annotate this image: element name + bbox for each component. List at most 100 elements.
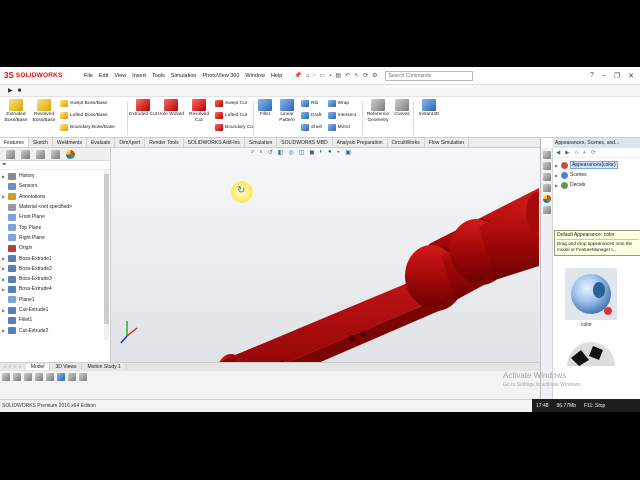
revolved-boss-button[interactable]: Revolved Boss/Base bbox=[30, 99, 58, 132]
tray-stop[interactable]: F11: Stop bbox=[584, 403, 605, 409]
appearances-tab-icon[interactable] bbox=[543, 195, 551, 203]
tree-item[interactable]: ▶ Boss-Extrude3 bbox=[0, 274, 110, 284]
shell-button[interactable]: Shell bbox=[301, 123, 322, 132]
resources-icon[interactable] bbox=[543, 151, 551, 159]
display-manager-icon[interactable] bbox=[66, 149, 75, 159]
pin-icon[interactable]: 📌 bbox=[294, 72, 301, 79]
expand-arrow-icon[interactable]: ▶ bbox=[555, 163, 559, 168]
expand-arrow-icon[interactable]: ▶ bbox=[555, 183, 559, 188]
filter-icon[interactable]: ⏷ bbox=[2, 162, 7, 169]
tree-item[interactable]: Plane1 bbox=[0, 295, 110, 305]
refresh-icon[interactable]: ⟳ bbox=[591, 150, 596, 156]
undo-icon[interactable]: ↶ bbox=[345, 72, 350, 79]
tree-scrollbar[interactable] bbox=[104, 170, 109, 340]
back-view-icon[interactable] bbox=[13, 373, 21, 381]
lasso-select-icon[interactable] bbox=[79, 373, 87, 381]
tab-flow-simulation[interactable]: Flow Simulation bbox=[425, 138, 470, 147]
hole-wizard-button[interactable]: Hole Wizard bbox=[157, 99, 185, 132]
tab-scroll-buttons[interactable]: ‹ ‹ › › bbox=[0, 364, 26, 370]
close-icon[interactable]: ✕ bbox=[628, 72, 634, 80]
boundary-boss-button[interactable]: Boundary Boss/Base bbox=[60, 123, 115, 132]
fillet-button[interactable]: Fillet bbox=[255, 99, 275, 132]
print-icon[interactable]: ▤ bbox=[335, 72, 341, 79]
new-file-icon[interactable]: ▫ bbox=[313, 73, 315, 79]
search-commands-box[interactable] bbox=[385, 70, 474, 81]
restore-icon[interactable]: ❐ bbox=[614, 72, 620, 80]
linear-pattern-button[interactable]: Linear Pattern bbox=[275, 99, 299, 132]
custom-properties-icon[interactable] bbox=[543, 206, 551, 214]
tree-item[interactable]: Front Plane bbox=[0, 212, 110, 222]
red-shaft-part[interactable] bbox=[215, 188, 539, 362]
tab-render-tools[interactable]: Render Tools bbox=[145, 138, 184, 147]
tab-evaluate[interactable]: Evaluate bbox=[87, 138, 116, 147]
menu-tools[interactable]: Tools bbox=[152, 73, 165, 79]
forward-icon[interactable]: ▶ bbox=[565, 150, 569, 156]
stop-icon[interactable]: ■ bbox=[18, 88, 22, 94]
extruded-boss-button[interactable]: Extruded Boss/Base bbox=[2, 99, 30, 132]
draft-button[interactable]: Draft bbox=[301, 111, 322, 120]
tree-item[interactable]: ▶ Boss-Extrude2 bbox=[0, 264, 110, 274]
menu-edit[interactable]: Edit bbox=[99, 73, 108, 79]
back-icon[interactable]: ◀ bbox=[556, 150, 560, 156]
configuration-manager-icon[interactable] bbox=[36, 149, 45, 159]
curves-button[interactable]: Curves bbox=[392, 99, 412, 123]
menu-help[interactable]: Help bbox=[271, 73, 282, 79]
right-view-icon[interactable] bbox=[35, 373, 43, 381]
menu-photoview[interactable]: PhotoView 360 bbox=[202, 73, 239, 79]
open-icon[interactable]: ▭ bbox=[320, 72, 326, 79]
tab-mbd[interactable]: SOLIDWORKS MBD bbox=[277, 138, 333, 147]
tree-item[interactable]: ▶ Cut-Extrude2 bbox=[0, 325, 110, 335]
front-view-icon[interactable] bbox=[2, 373, 10, 381]
menu-simulation[interactable]: Simulation bbox=[171, 73, 197, 79]
tree-item[interactable]: ▶ History bbox=[0, 171, 110, 181]
search-input[interactable] bbox=[388, 72, 469, 79]
tab-3d-views[interactable]: 3D Views bbox=[50, 364, 83, 370]
home-icon[interactable]: ⌂ bbox=[574, 150, 577, 156]
appearance-tree-item[interactable]: ▶ Scenes bbox=[555, 170, 639, 180]
reference-geometry-button[interactable]: Reference Geometry bbox=[364, 99, 392, 123]
tree-item[interactable]: Fillet1 bbox=[0, 315, 110, 325]
tab-addins[interactable]: SOLIDWORKS Add-Ins bbox=[184, 138, 245, 147]
dimxpert-manager-icon[interactable] bbox=[51, 149, 60, 159]
select-tool-icon[interactable] bbox=[57, 373, 65, 381]
view-palette-icon[interactable] bbox=[543, 184, 551, 192]
tab-features[interactable]: Features bbox=[0, 138, 29, 147]
instant3d-button[interactable]: Instant3D bbox=[415, 99, 443, 118]
tree-item[interactable]: ▶ Boss-Extrude4 bbox=[0, 284, 110, 294]
swept-cut-button[interactable]: Swept Cut bbox=[215, 99, 254, 108]
tree-item[interactable]: Material <not specified> bbox=[0, 202, 110, 212]
menu-file[interactable]: File bbox=[84, 73, 93, 79]
lofted-boss-button[interactable]: Lofted Boss/Base bbox=[60, 111, 115, 120]
graphics-area[interactable]: ⌕ ⌕ ↺ ◧ ◎ ◫ ◼ ◐ ● ◒ ▣ ↻ bbox=[111, 148, 539, 362]
tab-simulation[interactable]: Simulation bbox=[245, 138, 278, 147]
tab-analysis-preparation[interactable]: Analysis Preparation bbox=[333, 138, 388, 147]
tab-weldments[interactable]: Weldments bbox=[53, 138, 87, 147]
feature-tree-icon[interactable] bbox=[6, 149, 15, 159]
box-select-icon[interactable] bbox=[68, 373, 76, 381]
add-icon[interactable]: + bbox=[583, 150, 586, 156]
swept-boss-button[interactable]: Swept Boss/Base bbox=[60, 99, 115, 108]
tree-item[interactable]: ▶ Boss-Extrude1 bbox=[0, 253, 110, 263]
tree-item[interactable]: Origin bbox=[0, 243, 110, 253]
tree-item[interactable]: ▶ Cut-Extrude1 bbox=[0, 305, 110, 315]
options-icon[interactable]: ⚙ bbox=[372, 72, 377, 79]
minimize-icon[interactable]: – bbox=[602, 72, 606, 80]
tree-item[interactable]: Sensors bbox=[0, 181, 110, 191]
home-icon[interactable]: ⌂ bbox=[306, 73, 310, 79]
rebuild-icon[interactable]: ⟳ bbox=[363, 72, 368, 79]
top-view-icon[interactable] bbox=[46, 373, 54, 381]
rib-button[interactable]: Rib bbox=[301, 99, 322, 108]
tab-motion-study[interactable]: Motion Study 1 bbox=[82, 364, 127, 370]
appearance-tree-item[interactable]: ▶ Decals bbox=[555, 180, 639, 190]
expand-arrow-icon[interactable]: ▶ bbox=[555, 173, 559, 178]
play-icon[interactable]: ▶ bbox=[8, 87, 13, 94]
tab-dimxpert[interactable]: DimXpert bbox=[115, 138, 146, 147]
tab-model[interactable]: Model bbox=[25, 364, 51, 370]
extruded-cut-button[interactable]: Extruded Cut bbox=[129, 99, 157, 132]
scrollbar-thumb[interactable] bbox=[104, 174, 109, 324]
design-library-icon[interactable] bbox=[543, 162, 551, 170]
left-view-icon[interactable] bbox=[24, 373, 32, 381]
color-appearance-thumbnail[interactable] bbox=[565, 268, 617, 320]
tree-item[interactable]: Right Plane bbox=[0, 233, 110, 243]
boundary-cut-button[interactable]: Boundary Cut bbox=[215, 123, 254, 132]
